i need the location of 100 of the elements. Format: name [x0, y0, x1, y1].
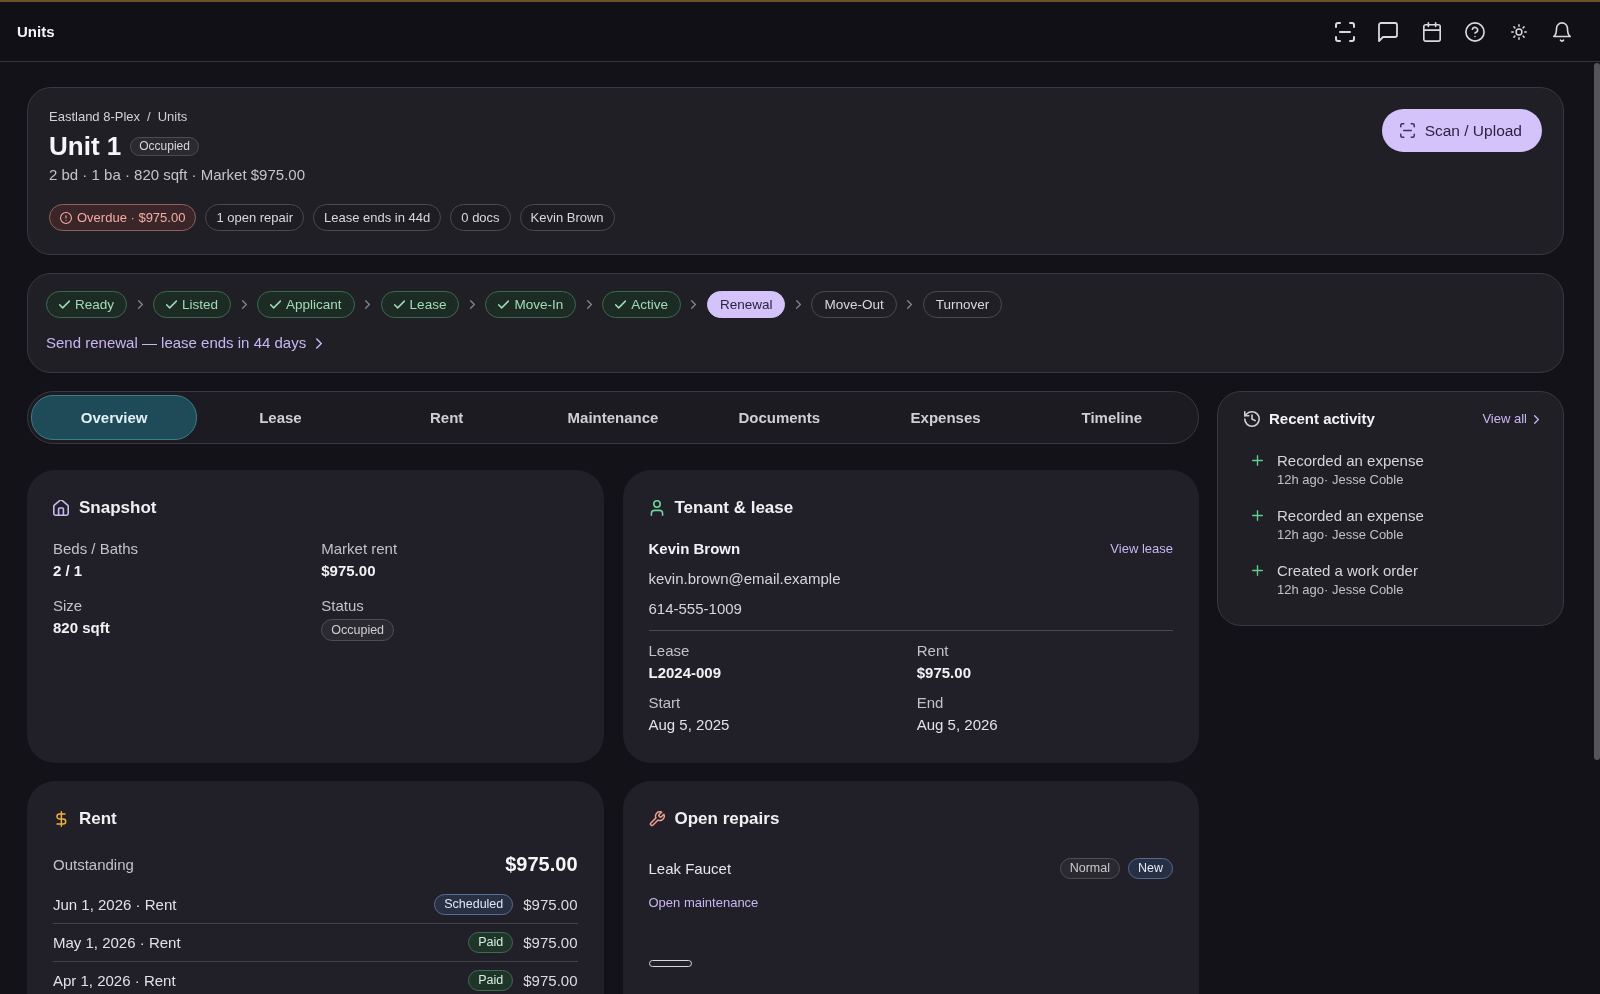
payment-status-badge: Paid [468, 970, 514, 991]
payment-amount: $975.00 [523, 932, 578, 953]
chevron-right-icon [137, 300, 143, 309]
view-all-link[interactable]: View all [1482, 411, 1539, 427]
outstanding-amount: $975.00 [505, 852, 578, 876]
field-value: $975.00 [321, 561, 377, 581]
info-chip: Kevin Brown [519, 204, 615, 231]
field-value: 2 / 1 [53, 561, 84, 581]
field-label: Size [53, 596, 84, 616]
chevron-right-icon [586, 300, 592, 309]
dollar-icon [53, 811, 69, 827]
field-label: Start [648, 693, 682, 713]
card-title: Tenant & lease [674, 497, 794, 519]
card-title: Snapshot [79, 497, 157, 519]
scrollbar-thumb[interactable] [1594, 63, 1600, 760]
page-title: Units [17, 23, 55, 40]
overdue-chip: Overdue · $975.00 [49, 204, 197, 231]
pipeline-step[interactable]: Move-In [485, 291, 577, 318]
wrench-icon [648, 811, 665, 827]
field-value: 820 sqft [53, 618, 111, 638]
alert-circle-icon [60, 211, 72, 224]
info-chip: 1 open repair [205, 204, 305, 231]
pipeline-step[interactable]: Applicant [257, 291, 355, 318]
chat-bubble-icon [1378, 21, 1398, 42]
chevron-right-icon [241, 300, 247, 309]
repair-tag: New [1128, 857, 1173, 879]
check-icon [270, 300, 282, 309]
field-label: Status [321, 596, 365, 616]
tab[interactable]: Lease [197, 395, 364, 440]
chevron-right-icon [469, 300, 475, 309]
field-value: Aug 5, 2025 [648, 715, 731, 735]
plus-icon [1252, 455, 1263, 466]
field-value: L2024-009 [648, 663, 723, 683]
chevron-right-icon [365, 300, 371, 309]
unit-summary: 2 bd · 1 ba · 820 sqft · Market $975.00 [49, 165, 306, 185]
chevron-right-icon [316, 337, 323, 349]
tenant-name: Kevin Brown [648, 539, 741, 559]
payment-amount: $975.00 [523, 894, 578, 915]
tab[interactable]: Overview [31, 395, 198, 440]
pipeline-step[interactable]: Lease [380, 291, 460, 318]
activity-meta: 12h ago· Jesse Coble [1277, 526, 1405, 544]
scan-icon [1334, 21, 1355, 42]
field-label: Market rent [321, 539, 399, 559]
payment-status-badge: Scheduled [434, 894, 514, 915]
activity-meta: 12h ago· Jesse Coble [1277, 581, 1405, 599]
renewal-link[interactable]: Send renewal — lease ends in 44 days [46, 333, 323, 353]
tab[interactable]: Rent [363, 395, 530, 440]
panel-title: Recent activity [1269, 409, 1375, 429]
field-label: End [916, 693, 945, 713]
check-icon [498, 300, 510, 309]
payment-description: May 1, 2026 · Rent [53, 932, 182, 953]
plus-icon [1252, 565, 1263, 576]
house-icon [53, 500, 69, 516]
pipeline-step[interactable]: Active [602, 291, 681, 318]
payment-description: Jun 1, 2026 · Rent [53, 894, 178, 915]
scan-upload-button[interactable]: Scan / Upload [1381, 109, 1542, 152]
unit-title: Unit 1 [49, 131, 122, 161]
repair-name: Leak Faucet [648, 859, 732, 877]
activity-meta: 12h ago· Jesse Coble [1277, 471, 1405, 489]
history-icon [1244, 411, 1260, 427]
pipeline-step[interactable]: Renewal [706, 291, 786, 318]
breadcrumb-separator: / [147, 109, 151, 125]
scan-icon [1399, 123, 1415, 138]
activity-title: Recorded an expense [1277, 451, 1424, 471]
card-title: Open repairs [674, 808, 780, 830]
chevron-right-icon [1534, 414, 1539, 424]
pipeline-step[interactable]: Ready [46, 291, 128, 318]
field-value: Aug 5, 2026 [916, 715, 999, 735]
status-badge: Occupied [130, 136, 199, 156]
person-icon [648, 500, 665, 516]
activity-title: Created a work order [1277, 561, 1418, 581]
payment-amount: $975.00 [523, 970, 578, 991]
tab[interactable]: Timeline [1028, 395, 1195, 440]
bell-icon [1552, 21, 1572, 42]
info-chip: Lease ends in 44d [313, 204, 442, 231]
breadcrumb-link[interactable]: Eastland 8-Plex [49, 109, 141, 125]
check-icon [615, 300, 627, 309]
help-icon [1465, 21, 1485, 42]
outstanding-label: Outstanding [53, 855, 134, 873]
check-icon [59, 300, 70, 309]
pipeline-step[interactable]: Listed [153, 291, 232, 318]
tab[interactable]: Maintenance [529, 395, 697, 440]
open-maintenance-link[interactable]: Open maintenance [648, 895, 759, 911]
view-lease-link[interactable]: View lease [1110, 541, 1173, 557]
check-icon [393, 300, 405, 309]
pipeline-step[interactable]: Move-Out [811, 291, 897, 318]
breadcrumb-current: Units [157, 109, 188, 125]
info-chip: 0 docs [450, 204, 511, 231]
sun-icon [1510, 23, 1527, 40]
tenant-email: kevin.brown@email.example [648, 569, 842, 589]
tab[interactable]: Documents [696, 395, 863, 440]
chevron-right-icon [691, 300, 697, 309]
payment-description: Apr 1, 2026 · Rent [53, 970, 177, 991]
tab[interactable]: Expenses [862, 395, 1029, 440]
payment-status-badge: Paid [468, 932, 514, 953]
activity-title: Recorded an expense [1277, 506, 1424, 526]
field-value: $975.00 [916, 663, 972, 683]
plus-icon [1252, 510, 1263, 521]
chevron-right-icon [907, 300, 913, 309]
repair-tag: Normal [1059, 857, 1120, 879]
